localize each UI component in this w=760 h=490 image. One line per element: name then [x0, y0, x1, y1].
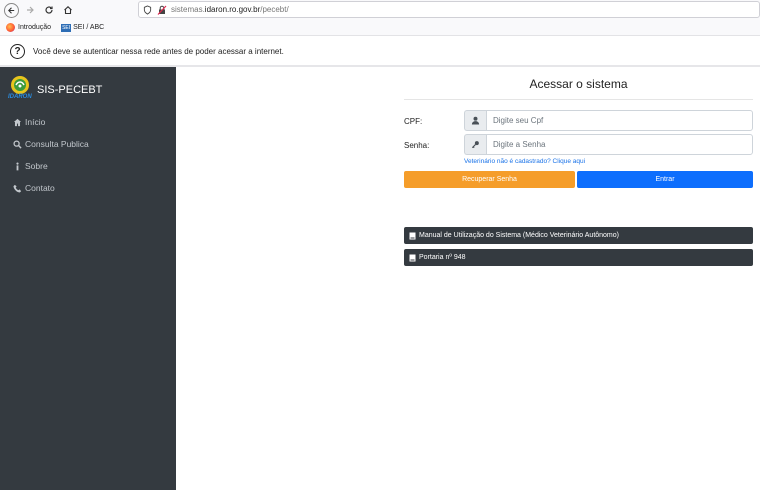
arrow-right-icon [27, 6, 34, 14]
browser-toolbar: sistemas.idaron.ro.gov.br/pecebt/ [0, 0, 760, 20]
sidebar-item-label: Contato [25, 183, 55, 193]
sidebar-item-consulta-publica[interactable]: Consulta Publica [13, 133, 89, 155]
sidebar-item-inicio[interactable]: Início [13, 111, 89, 133]
info-icon [16, 162, 19, 170]
sidebar: SIS-PECEBT IDARON Início Consulta Public… [0, 67, 176, 490]
cpf-addon [464, 110, 486, 131]
home-button[interactable] [60, 2, 76, 18]
sidebar-item-label: Início [25, 117, 46, 127]
home-icon [13, 118, 22, 126]
cpf-input-group [464, 110, 753, 131]
phone-icon [13, 184, 22, 193]
senha-input-group [464, 134, 753, 155]
brand-subtitle: IDARON [8, 94, 32, 100]
address-bar[interactable]: sistemas.idaron.ro.gov.br/pecebt/ [138, 1, 760, 18]
brand-title: SIS-PECEBT [37, 84, 103, 96]
sei-icon: SEI [61, 23, 72, 32]
sidebar-item-label: Consulta Publica [25, 139, 89, 149]
senha-input[interactable] [486, 134, 753, 155]
bookmark-label: SEI / ABC [73, 24, 105, 31]
question-icon: ? [10, 43, 25, 59]
back-button[interactable] [4, 2, 19, 18]
senha-addon [464, 134, 486, 155]
forward-button[interactable] [22, 2, 38, 18]
url-text[interactable]: sistemas.idaron.ro.gov.br/pecebt/ [171, 5, 289, 14]
page-title: Acessar o sistema [529, 77, 628, 91]
key-icon [471, 141, 479, 149]
portaria-document-link[interactable]: Portaria nº 948 [404, 249, 753, 266]
shield-icon[interactable] [143, 4, 152, 15]
recover-password-button[interactable]: Recuperar Senha [404, 171, 575, 188]
captive-portal-notice: ? Você deve se autenticar nessa rede ant… [0, 37, 760, 67]
user-icon [471, 116, 480, 125]
reload-icon [45, 6, 53, 14]
url-prefix: sistemas. [171, 5, 205, 14]
sidebar-menu: Início Consulta Publica Sobre Contato [13, 111, 89, 199]
sidebar-item-label: Sobre [25, 161, 48, 171]
arrow-left-icon [8, 6, 15, 14]
login-button[interactable]: Entrar [577, 171, 753, 188]
search-icon [13, 139, 22, 149]
firefox-icon [6, 23, 15, 32]
bookmark-introducao[interactable]: Introdução [6, 23, 51, 32]
url-path: /pecebt/ [260, 5, 289, 14]
sidebar-item-contato[interactable]: Contato [13, 177, 89, 199]
manual-document-link[interactable]: Manual de Utilização do Sistema (Médico … [404, 227, 753, 244]
document-label: Portaria nº 948 [419, 254, 466, 261]
cpf-input[interactable] [486, 110, 753, 131]
insecure-lock-icon[interactable] [157, 5, 167, 15]
cpf-label: CPF: [404, 117, 423, 126]
bookmark-sei-abc[interactable]: SEI SEI / ABC [61, 23, 105, 32]
title-divider [404, 99, 753, 100]
senha-label: Senha: [404, 141, 430, 150]
url-host: idaron.ro.gov.br [204, 5, 261, 14]
reload-button[interactable] [41, 2, 57, 18]
bookmarks-bar: Introdução SEI SEI / ABC [0, 20, 760, 36]
register-link[interactable]: Veterinário não é cadastrado? Clique aqu… [464, 158, 585, 165]
home-icon [64, 6, 72, 15]
bookmark-label: Introdução [18, 24, 52, 31]
book-icon [409, 254, 416, 261]
notice-text: Você deve se autenticar nessa rede antes… [33, 46, 284, 56]
sidebar-item-sobre[interactable]: Sobre [13, 155, 89, 177]
document-label: Manual de Utilização do Sistema (Médico … [419, 232, 619, 239]
book-icon [409, 232, 416, 239]
